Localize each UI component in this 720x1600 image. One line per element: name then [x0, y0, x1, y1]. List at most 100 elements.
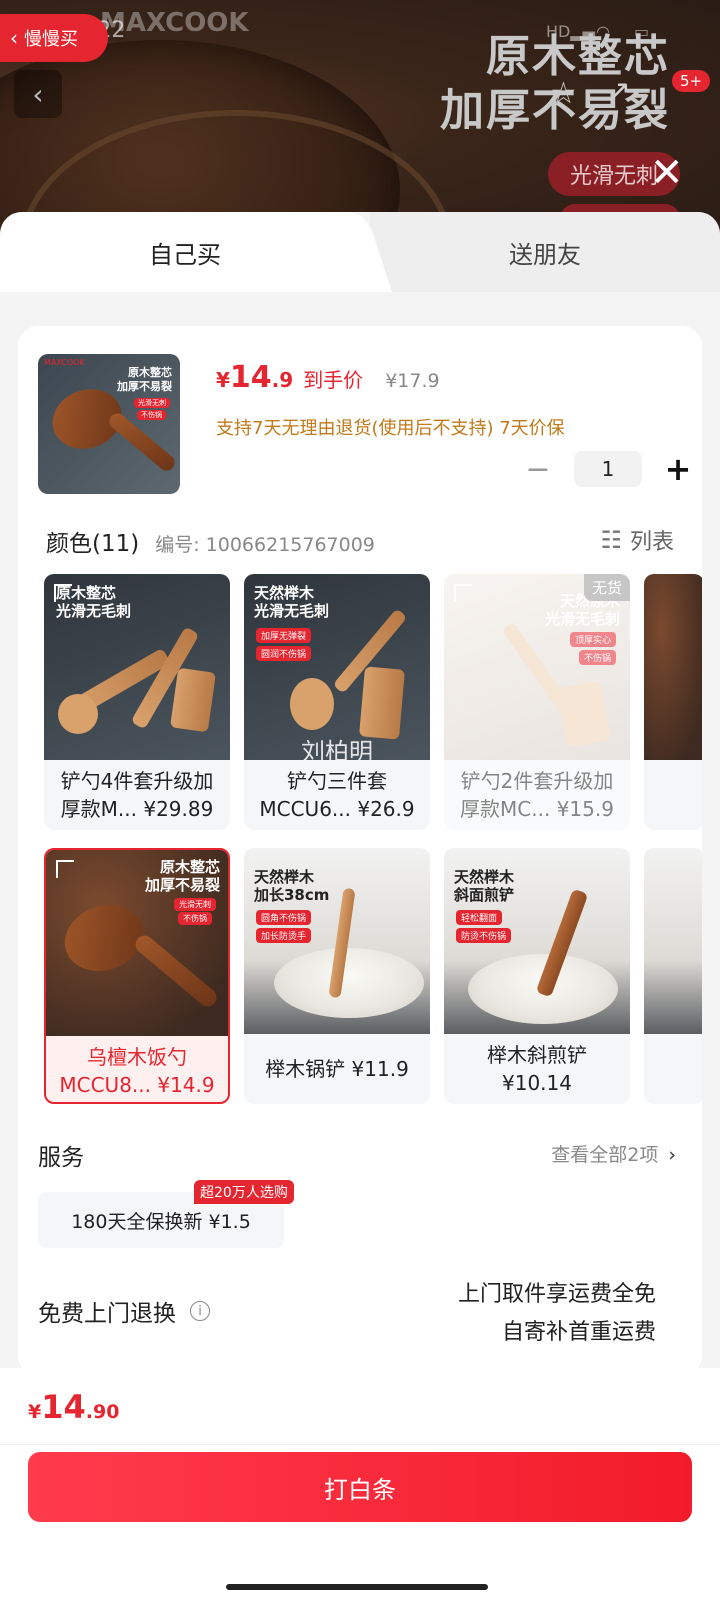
- share-icon[interactable]: ↗: [606, 74, 631, 109]
- turner-blade: [170, 667, 216, 733]
- minus-icon[interactable]: −: [518, 452, 558, 487]
- final-price: ¥14.9: [216, 360, 293, 395]
- total-price-int: 14: [41, 1388, 86, 1426]
- turner-blade: [557, 680, 611, 748]
- footer-divider: [0, 1444, 720, 1445]
- rice-spoon-handle: [131, 931, 221, 1011]
- option-image-text-line-2: 加厚不易裂: [144, 876, 220, 894]
- pay-with-baitiao-button[interactable]: 打白条: [28, 1452, 692, 1522]
- original-price: ¥17.9: [385, 370, 440, 392]
- option-image-tag-2: 不伤锅: [578, 650, 616, 665]
- color-option[interactable]: 天然榉木 加长38cm 圆角不伤锅 加长防烫手 榉木锅铲 ¥11.9: [244, 848, 430, 1104]
- color-option[interactable]: 天然榉木 斜面煎铲 轻松翻面 防烫不伤锅 榉木斜煎铲 ¥10.14: [444, 848, 630, 1104]
- sku-number: 编号: 10066215767009: [155, 534, 375, 556]
- option-image: 天然榉木 光滑无毛刺 加厚无弹裂 圆润不伤锅 刘柏明: [244, 574, 430, 760]
- color-option-grid: 原木整芯 光滑无毛刺 铲勺4件套升级加厚款M... ¥29.89 天然榉木 光滑…: [44, 574, 702, 1114]
- option-image-text-line-1: 天然榉木: [254, 584, 315, 602]
- color-option[interactable]: 天然榉木 光滑无毛刺 加厚无弹裂 圆润不伤锅 刘柏明 铲勺三件套MCCU6...…: [244, 574, 430, 830]
- total-price-yen: ¥: [28, 1401, 42, 1423]
- option-image-tag-1: 圆角不伤锅: [256, 910, 312, 925]
- option-image-text-line-2: 光滑无毛刺: [544, 610, 620, 628]
- free-return-description: 上门取件享运费全免 自寄补首重运费: [458, 1276, 656, 1352]
- turner-blade: [359, 666, 405, 740]
- quantity-value[interactable]: 1: [574, 451, 642, 487]
- expand-icon[interactable]: [54, 584, 72, 602]
- plus-icon[interactable]: +: [658, 450, 698, 488]
- checkout-footer: ¥14.90 打白条: [0, 1368, 720, 1600]
- service-promise: 支持7天无理由退货(使用后不支持) 7天价保: [216, 418, 565, 439]
- option-image-text-line-2: 光滑无毛刺: [254, 602, 330, 620]
- option-image-tag-2: 加长防烫手: [256, 928, 312, 943]
- list-view-toggle[interactable]: ☷ 列表: [600, 524, 674, 556]
- option-image-text-line-1: 天然榉木: [454, 868, 515, 886]
- notification-badge: 5+: [672, 70, 711, 92]
- option-label: 铲勺2件套升级加厚款MC... ¥15.9: [460, 769, 614, 821]
- color-option-partial[interactable]: [644, 848, 702, 1104]
- info-icon[interactable]: i: [190, 1301, 210, 1321]
- option-image-tag-2: 不伤锅: [178, 912, 212, 925]
- color-option-partial[interactable]: [644, 574, 702, 830]
- product-thumbnail[interactable]: MAXCOOK 原木整芯 加厚不易裂 光滑无刺 不伤锅: [38, 354, 180, 494]
- tab-buy-self[interactable]: 自己买: [0, 212, 370, 292]
- star-icon[interactable]: ☆: [550, 76, 577, 111]
- option-image-tag-1: 顶厚实心: [569, 632, 616, 647]
- color-section-header: 颜色(11) 编号: 10066215767009: [46, 524, 375, 558]
- quantity-stepper: − 1 +: [518, 450, 698, 488]
- total-price-dec: .90: [85, 1401, 120, 1423]
- expand-icon[interactable]: [454, 584, 472, 602]
- final-price-dec: .9: [271, 368, 294, 392]
- free-return-title: 免费上门退换 i: [38, 1294, 210, 1328]
- final-price-tag: 到手价: [303, 368, 364, 392]
- list-icon: ☷: [600, 526, 622, 554]
- chevron-left-icon[interactable]: ‹: [14, 70, 62, 118]
- total-price: ¥14.90: [28, 1388, 119, 1426]
- option-image: [644, 848, 702, 1034]
- free-return-line-1: 上门取件享运费全免: [457, 1282, 656, 1307]
- final-price-yen: ¥: [216, 368, 230, 392]
- option-image-tag-1: 光滑无刺: [174, 898, 216, 911]
- option-image-tag-2: 圆润不伤锅: [256, 646, 312, 661]
- thumb-brand: MAXCOOK: [44, 358, 85, 367]
- color-section-title: 颜色(11): [46, 531, 140, 557]
- back-to-app-button[interactable]: ‹ 慢慢买: [0, 14, 108, 62]
- options-card: MAXCOOK 原木整芯 加厚不易裂 光滑无刺 不伤锅 ¥14.9 到手价 ¥1…: [18, 326, 702, 1376]
- color-option-selected[interactable]: 原木整芯 加厚不易裂 光滑无刺 不伤锅 乌檀木饭勺MCCU8... ¥14.9: [44, 848, 230, 1104]
- thumb-text: 原木整芯 加厚不易裂: [117, 366, 172, 394]
- view-all-services-label: 查看全部2项: [551, 1144, 659, 1166]
- option-image-text-line-2: 加长38cm: [254, 886, 330, 904]
- option-image: [644, 574, 702, 760]
- expand-icon[interactable]: [56, 860, 74, 878]
- wok-pan: [274, 948, 424, 1018]
- ladle-bowl: [58, 694, 98, 734]
- price-line: ¥14.9 到手价 ¥17.9: [216, 360, 440, 395]
- option-image-text-line-1: 天然榉木: [254, 868, 315, 886]
- home-indicator[interactable]: [226, 1584, 488, 1590]
- service-hot-badge: 超20万人选购: [194, 1180, 294, 1204]
- chevron-left-icon: ‹: [10, 26, 18, 50]
- purchase-tabs: 送朋友 自己买: [0, 212, 720, 292]
- option-image-text-line-1: 原木整芯: [159, 858, 220, 876]
- free-return-label: 免费上门退换: [38, 1301, 176, 1327]
- list-view-label: 列表: [629, 530, 674, 555]
- option-label: 铲勺三件套MCCU6... ¥26.9: [259, 769, 415, 821]
- tab-gift-friend[interactable]: 送朋友: [370, 212, 720, 292]
- close-icon[interactable]: ✕: [650, 150, 684, 196]
- view-all-services-link[interactable]: 查看全部2项 ›: [551, 1140, 676, 1167]
- option-image-text-line-2: 光滑无毛刺: [56, 602, 132, 620]
- option-image-tag-1: 加厚无弹裂: [256, 628, 312, 643]
- color-option[interactable]: 天然原木 光滑无毛刺 顶厚实心 不伤锅 无货 铲勺2件套升级加厚款MC... ¥…: [444, 574, 630, 830]
- out-of-stock-badge: 无货: [583, 574, 630, 601]
- option-image-tag-1: 轻松翻面: [456, 910, 503, 925]
- chevron-right-icon: ›: [668, 1144, 676, 1166]
- color-option[interactable]: 原木整芯 光滑无毛刺 铲勺4件套升级加厚款M... ¥29.89: [44, 574, 230, 830]
- option-image-text: 原木整芯 加厚不易裂: [145, 858, 220, 894]
- ladle-bowl: [290, 678, 334, 730]
- option-label: 榉木锅铲 ¥11.9: [265, 1057, 409, 1081]
- thumb-text-line-2: 加厚不易裂: [117, 380, 172, 393]
- option-label: 铲勺4件套升级加厚款M... ¥29.89: [60, 769, 214, 821]
- option-image-tag-2: 防烫不伤锅: [456, 928, 512, 943]
- option-image: 天然榉木 加长38cm 圆角不伤锅 加长防烫手: [244, 848, 430, 1034]
- tab-buy-self-label: 自己买: [149, 240, 221, 269]
- option-image: 天然榉木 斜面煎铲 轻松翻面 防烫不伤锅: [444, 848, 630, 1034]
- final-price-int: 14: [229, 360, 272, 395]
